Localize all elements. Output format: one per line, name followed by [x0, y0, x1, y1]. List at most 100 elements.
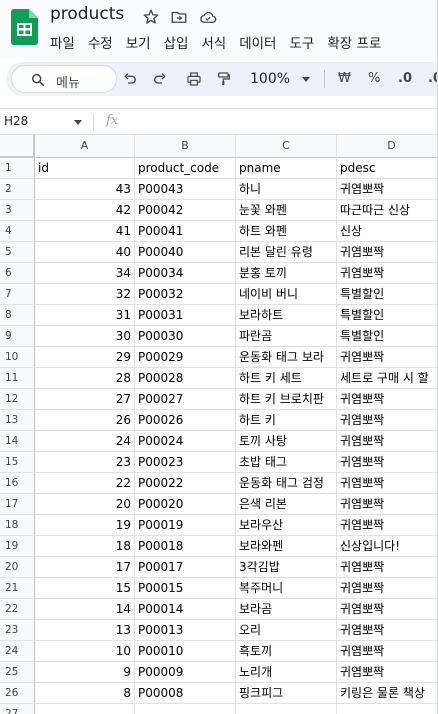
table-cell[interactable]: 귀염뽀짝 [337, 431, 438, 452]
row-header[interactable]: 11 [0, 368, 35, 389]
table-cell[interactable]: 분홍 토끼 [236, 263, 337, 284]
table-cell[interactable]: 보라와펜 [236, 536, 337, 557]
table-cell[interactable]: 운동화 태그 검정 [236, 473, 337, 494]
cloud-saved-icon[interactable] [198, 8, 218, 26]
table-cell[interactable]: P00026 [135, 410, 236, 431]
table-cell[interactable]: P00031 [135, 305, 236, 326]
table-cell[interactable]: 운동화 태그 보라 [236, 347, 337, 368]
row-header[interactable]: 27 [0, 704, 35, 714]
row-header[interactable]: 10 [0, 347, 35, 368]
table-cell[interactable]: P00043 [135, 179, 236, 200]
table-cell[interactable]: P00017 [135, 557, 236, 578]
table-cell[interactable]: 9 [35, 662, 135, 683]
table-cell[interactable]: 29 [35, 347, 135, 368]
table-cell[interactable]: 23 [35, 452, 135, 473]
table-cell[interactable]: P00023 [135, 452, 236, 473]
table-cell[interactable]: 보라하트 [236, 305, 337, 326]
table-cell[interactable]: 27 [35, 389, 135, 410]
table-cell[interactable] [35, 704, 135, 714]
table-cell[interactable]: 파란곰 [236, 326, 337, 347]
table-cell[interactable]: 31 [35, 305, 135, 326]
table-cell[interactable]: 신상 [337, 221, 438, 242]
table-cell[interactable]: 17 [35, 557, 135, 578]
table-cell[interactable]: 귀염뽀짝 [337, 515, 438, 536]
table-cell[interactable]: 43 [35, 179, 135, 200]
table-cell[interactable]: 리본 달린 유령 [236, 242, 337, 263]
table-cell[interactable]: 귀염뽀짝 [337, 494, 438, 515]
menu-format[interactable]: 서식 [201, 32, 226, 52]
column-header-c[interactable]: C [236, 135, 337, 158]
table-cell[interactable]: 오리 [236, 620, 337, 641]
table-cell[interactable]: pname [236, 158, 337, 179]
table-cell[interactable]: P00008 [135, 683, 236, 704]
table-cell[interactable]: 토끼 사탕 [236, 431, 337, 452]
move-to-folder-icon[interactable] [170, 8, 190, 26]
row-header[interactable]: 8 [0, 305, 35, 326]
table-cell[interactable]: 흑토끼 [236, 641, 337, 662]
table-cell[interactable]: 42 [35, 200, 135, 221]
name-box-dropdown-icon[interactable] [74, 120, 82, 125]
table-cell[interactable]: P00020 [135, 494, 236, 515]
menu-edit[interactable]: 수정 [88, 32, 113, 52]
table-cell[interactable]: 19 [35, 515, 135, 536]
table-cell[interactable]: 초밥 태그 [236, 452, 337, 473]
table-cell[interactable] [135, 704, 236, 714]
table-cell[interactable]: P00028 [135, 368, 236, 389]
table-cell[interactable]: 3각김밥 [236, 557, 337, 578]
row-header[interactable]: 3 [0, 200, 35, 221]
table-cell[interactable]: 핑크피그 [236, 683, 337, 704]
row-header[interactable]: 5 [0, 242, 35, 263]
table-cell[interactable]: 28 [35, 368, 135, 389]
print-icon[interactable] [186, 71, 202, 87]
row-header[interactable]: 20 [0, 557, 35, 578]
table-cell[interactable]: product_code [135, 158, 236, 179]
table-cell[interactable]: 귀염뽀짝 [337, 179, 438, 200]
table-cell[interactable] [236, 704, 337, 714]
currency-format-button[interactable]: ₩ [338, 71, 351, 86]
table-cell[interactable]: 보라우산 [236, 515, 337, 536]
zoom-select[interactable]: 100% [250, 71, 290, 87]
sheets-logo-icon[interactable] [11, 9, 38, 45]
row-header[interactable]: 22 [0, 599, 35, 620]
table-cell[interactable]: 귀염뽀짝 [337, 452, 438, 473]
table-cell[interactable]: 신상입니다! [337, 536, 438, 557]
star-icon[interactable] [142, 8, 162, 26]
table-cell[interactable]: P00027 [135, 389, 236, 410]
table-cell[interactable]: 귀염뽀짝 [337, 641, 438, 662]
table-cell[interactable]: 은색 리본 [236, 494, 337, 515]
menu-search-box[interactable]: 메뉴 [11, 65, 117, 93]
table-cell[interactable]: 하트 키 세트 [236, 368, 337, 389]
table-cell[interactable]: P00019 [135, 515, 236, 536]
row-header[interactable]: 16 [0, 473, 35, 494]
table-cell[interactable]: 귀염뽀짝 [337, 242, 438, 263]
row-header[interactable]: 4 [0, 221, 35, 242]
undo-icon[interactable] [122, 71, 138, 87]
row-header[interactable]: 1 [0, 158, 35, 179]
table-cell[interactable]: 하트 와펜 [236, 221, 337, 242]
menu-tools[interactable]: 도구 [289, 32, 314, 52]
table-cell[interactable]: 20 [35, 494, 135, 515]
table-cell[interactable]: P00024 [135, 431, 236, 452]
table-cell[interactable]: P00029 [135, 347, 236, 368]
table-cell[interactable]: P00018 [135, 536, 236, 557]
table-cell[interactable]: id [35, 158, 135, 179]
table-cell[interactable]: 14 [35, 599, 135, 620]
table-cell[interactable]: 32 [35, 284, 135, 305]
table-cell[interactable]: P00010 [135, 641, 236, 662]
table-cell[interactable]: 13 [35, 620, 135, 641]
table-cell[interactable]: 귀염뽀짝 [337, 557, 438, 578]
table-cell[interactable]: 귀염뽀짝 [337, 389, 438, 410]
table-cell[interactable]: P00015 [135, 578, 236, 599]
menu-insert[interactable]: 삽입 [164, 32, 189, 52]
menu-extensions[interactable]: 확장 프로 [327, 32, 381, 52]
table-cell[interactable]: 귀염뽀짝 [337, 347, 438, 368]
column-header-d[interactable]: D [337, 135, 438, 158]
table-cell[interactable]: pdesc [337, 158, 438, 179]
table-cell[interactable]: 세트로 구매 시 할 [337, 368, 438, 389]
table-cell[interactable]: 18 [35, 536, 135, 557]
table-cell[interactable]: 10 [35, 641, 135, 662]
chevron-down-icon[interactable] [302, 77, 310, 82]
table-cell[interactable]: 41 [35, 221, 135, 242]
table-cell[interactable]: 특별할인 [337, 305, 438, 326]
table-cell[interactable]: 키링은 물론 책상 [337, 683, 438, 704]
